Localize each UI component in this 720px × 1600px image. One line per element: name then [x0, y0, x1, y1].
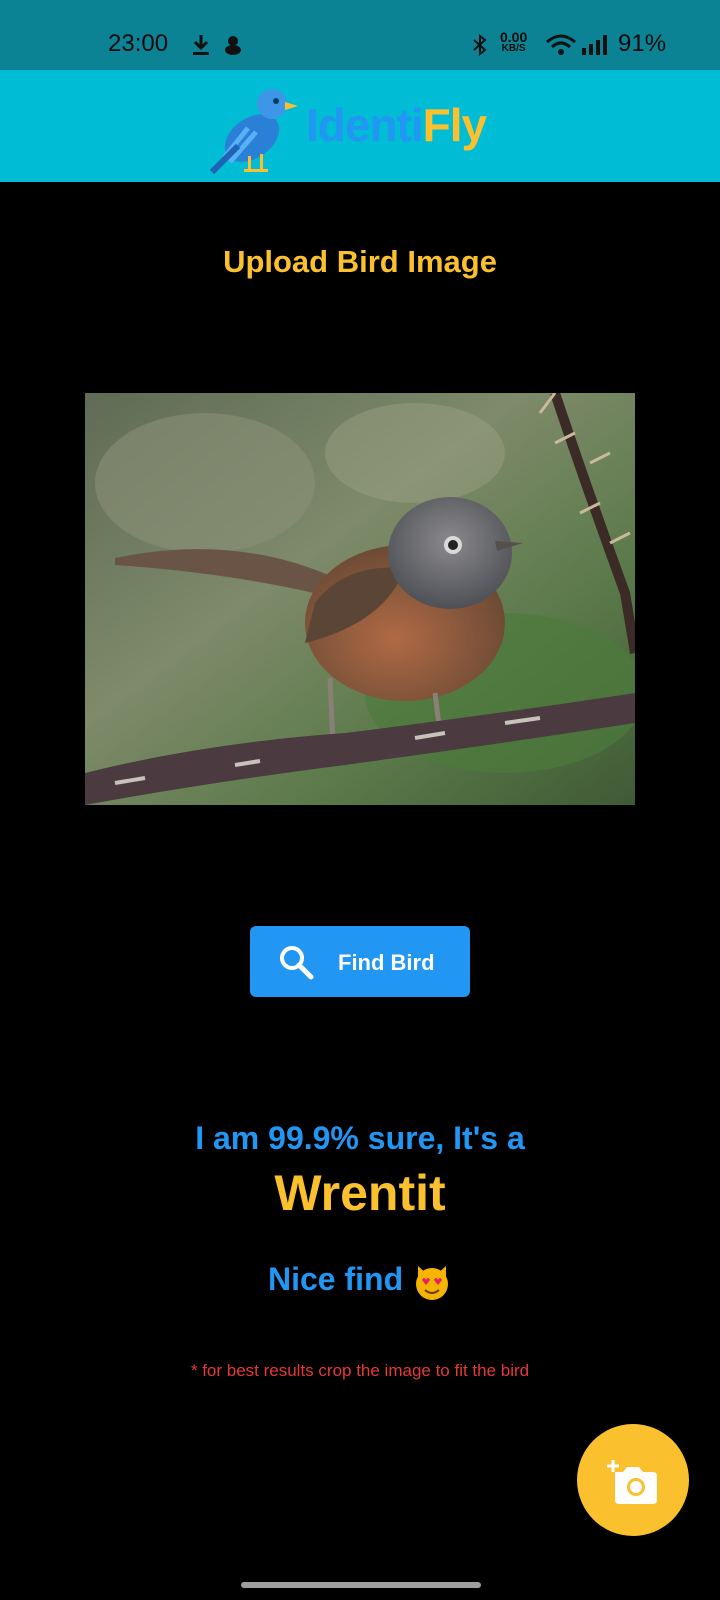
nice-find-message: Nice find	[0, 1261, 720, 1302]
result-confidence: I am 99.9% sure, It's a	[195, 1120, 525, 1156]
find-bird-label: Find Bird	[338, 950, 435, 975]
species-name: Wrentit	[274, 1165, 446, 1221]
crop-hint: * for best results crop the image to fit…	[190, 1361, 530, 1380]
app-logo-text: IdentiFly	[306, 98, 487, 152]
wifi-icon	[546, 34, 576, 55]
smiling-cat-heart-eyes-icon	[416, 1265, 448, 1300]
logo-fly: Fly	[422, 99, 487, 151]
app-notification-icon	[225, 36, 241, 55]
gesture-navigation-bar[interactable]	[241, 1582, 481, 1588]
add-photo-camera-icon	[607, 1460, 657, 1504]
add-photo-fab[interactable]	[577, 1424, 689, 1536]
network-speed-unit: KB/S	[501, 43, 526, 54]
signal-icon	[582, 35, 607, 55]
battery-level: 91%	[618, 30, 667, 57]
search-icon	[280, 946, 314, 980]
download-icon	[193, 35, 209, 55]
nice-find-label: Nice find	[267, 1261, 404, 1297]
network-speed-value: 0.00	[500, 29, 528, 45]
find-bird-button[interactable]: Find Bird	[250, 926, 470, 997]
status-time: 23:00	[108, 30, 169, 57]
network-speed: 0.00 KB/S	[500, 29, 528, 55]
bird-logo-icon	[209, 89, 298, 175]
page-title: Upload Bird Image	[223, 244, 497, 279]
bluetooth-icon	[473, 34, 487, 56]
uploaded-bird-image[interactable]	[85, 393, 635, 805]
app-header: IdentiFly	[0, 70, 720, 182]
logo-identi: Identi	[306, 99, 424, 151]
status-bar: 23:00 0.00 KB/S 91%	[0, 0, 720, 70]
